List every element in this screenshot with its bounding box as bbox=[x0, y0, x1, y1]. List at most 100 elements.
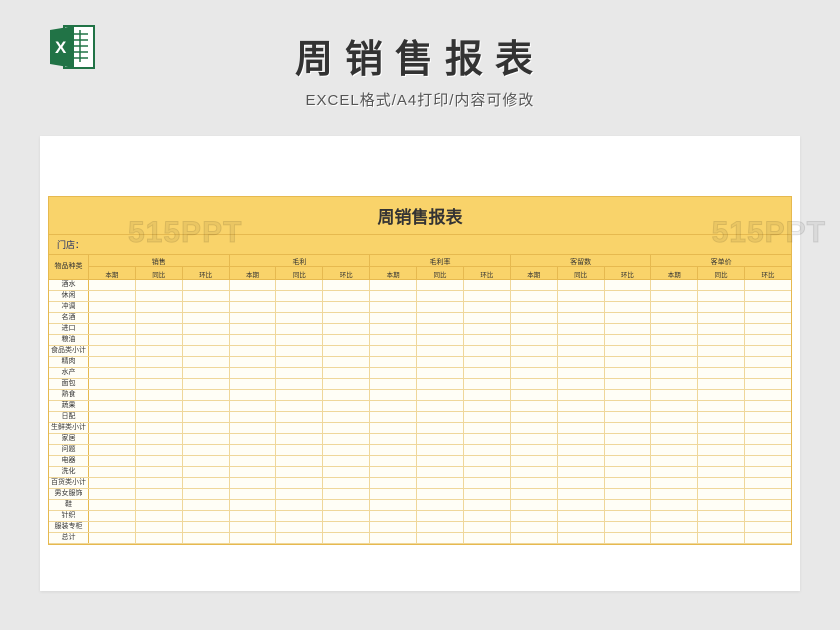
store-label: 门店： bbox=[49, 235, 791, 255]
cell bbox=[698, 489, 745, 499]
cell bbox=[745, 412, 791, 422]
cell bbox=[183, 368, 229, 378]
cell bbox=[370, 434, 417, 444]
row-label: 名酒 bbox=[49, 313, 89, 323]
cell bbox=[511, 533, 558, 543]
cell-group bbox=[89, 346, 230, 356]
cell-group bbox=[89, 390, 230, 400]
cell-group bbox=[511, 324, 652, 334]
cell bbox=[136, 368, 183, 378]
cell bbox=[183, 522, 229, 532]
cell-group bbox=[651, 456, 791, 466]
cell bbox=[651, 412, 698, 422]
cell-group bbox=[511, 500, 652, 510]
cell bbox=[323, 533, 369, 543]
row-label: 生鲜类小计 bbox=[49, 423, 89, 433]
cell bbox=[605, 368, 651, 378]
cell-group bbox=[651, 390, 791, 400]
cell bbox=[89, 302, 136, 312]
cell bbox=[698, 412, 745, 422]
cell bbox=[89, 456, 136, 466]
cell bbox=[370, 302, 417, 312]
cell bbox=[230, 511, 277, 521]
cell bbox=[89, 412, 136, 422]
cell-group bbox=[370, 346, 511, 356]
subcol: 同比 bbox=[698, 267, 745, 279]
cell bbox=[323, 324, 369, 334]
cell-group bbox=[230, 445, 371, 455]
cell bbox=[183, 456, 229, 466]
cell-group bbox=[651, 291, 791, 301]
cell-group bbox=[230, 357, 371, 367]
cell bbox=[651, 500, 698, 510]
cell-group bbox=[370, 489, 511, 499]
cell bbox=[464, 511, 510, 521]
cell bbox=[698, 456, 745, 466]
cell-group bbox=[511, 291, 652, 301]
cell-group bbox=[511, 357, 652, 367]
cell bbox=[745, 335, 791, 345]
cell bbox=[417, 368, 464, 378]
cell bbox=[417, 401, 464, 411]
cell-group bbox=[230, 324, 371, 334]
cell-group bbox=[230, 500, 371, 510]
cell-group bbox=[230, 390, 371, 400]
cell bbox=[651, 280, 698, 290]
cell bbox=[323, 390, 369, 400]
cell bbox=[651, 390, 698, 400]
cell bbox=[136, 423, 183, 433]
row-label: 男女服饰 bbox=[49, 489, 89, 499]
cell-group bbox=[370, 379, 511, 389]
cell bbox=[276, 401, 323, 411]
cell bbox=[605, 291, 651, 301]
table-row: 酒水 bbox=[49, 280, 791, 291]
cell bbox=[698, 313, 745, 323]
cell bbox=[183, 533, 229, 543]
subcol: 环比 bbox=[464, 267, 510, 279]
cell-group bbox=[89, 467, 230, 477]
cell bbox=[183, 401, 229, 411]
cell bbox=[605, 412, 651, 422]
row-label: 粮油 bbox=[49, 335, 89, 345]
cell bbox=[370, 456, 417, 466]
row-label: 熟食 bbox=[49, 390, 89, 400]
cell bbox=[417, 489, 464, 499]
cell bbox=[370, 412, 417, 422]
cell bbox=[136, 390, 183, 400]
cell bbox=[511, 302, 558, 312]
cell bbox=[464, 478, 510, 488]
subcol: 同比 bbox=[136, 267, 183, 279]
cell bbox=[136, 302, 183, 312]
cell bbox=[183, 324, 229, 334]
cell-group bbox=[511, 445, 652, 455]
cell-group bbox=[89, 401, 230, 411]
cell bbox=[89, 280, 136, 290]
cell-group bbox=[511, 522, 652, 532]
cell bbox=[605, 401, 651, 411]
spreadsheet: 周销售报表 门店： 物品种类 销售 本期 同比 环比 毛利 本期 同比 环比 bbox=[48, 196, 792, 545]
cell bbox=[651, 533, 698, 543]
table-row: 水产 bbox=[49, 368, 791, 379]
cell-group bbox=[651, 434, 791, 444]
sheet-title: 周销售报表 bbox=[49, 197, 791, 235]
cell-group bbox=[89, 456, 230, 466]
cell bbox=[558, 511, 605, 521]
cell bbox=[136, 324, 183, 334]
cell bbox=[605, 522, 651, 532]
cell-group bbox=[230, 335, 371, 345]
cell-group bbox=[89, 335, 230, 345]
cell bbox=[230, 412, 277, 422]
row-label: 鞋 bbox=[49, 500, 89, 510]
cell bbox=[745, 357, 791, 367]
cell-group bbox=[511, 533, 652, 543]
table-row: 问题 bbox=[49, 445, 791, 456]
cell bbox=[651, 423, 698, 433]
cell bbox=[511, 489, 558, 499]
cell bbox=[230, 467, 277, 477]
subcol: 同比 bbox=[558, 267, 605, 279]
cell bbox=[230, 500, 277, 510]
cell bbox=[511, 346, 558, 356]
cell-group bbox=[230, 434, 371, 444]
cell-group bbox=[89, 489, 230, 499]
cell bbox=[230, 423, 277, 433]
